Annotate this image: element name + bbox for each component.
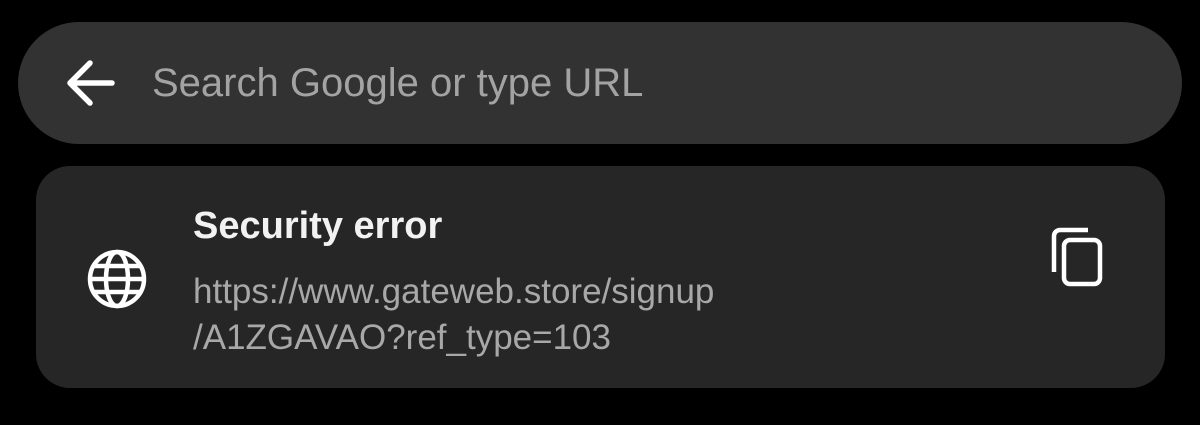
arrow-left-icon — [64, 59, 116, 107]
suggestion-title: Security error — [193, 205, 443, 247]
back-button[interactable] — [58, 52, 122, 114]
copy-button[interactable] — [1044, 222, 1110, 292]
search-input[interactable] — [152, 58, 1132, 108]
suggestion-item[interactable]: Security error https://www.gateweb.store… — [36, 166, 1165, 388]
globe-icon — [86, 248, 148, 310]
suggestion-url-line-1: https://www.gateweb.store/signup — [193, 272, 715, 311]
suggestion-url-line-2: /A1ZGAVAO?ref_type=103 — [193, 318, 611, 357]
omnibox[interactable] — [18, 22, 1182, 144]
copy-icon — [1048, 226, 1106, 288]
